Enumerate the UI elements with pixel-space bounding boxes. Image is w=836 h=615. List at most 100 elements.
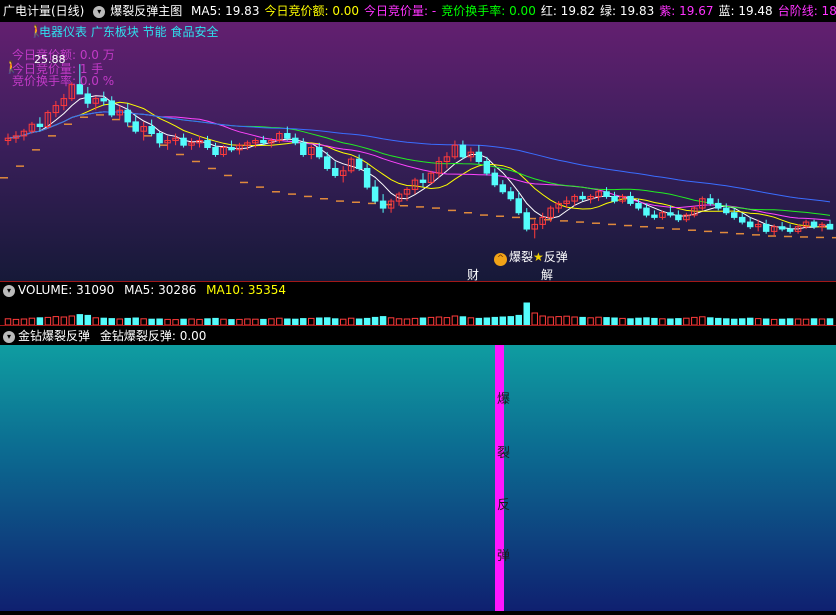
volume-bar	[92, 317, 100, 325]
volume-bar	[539, 315, 546, 325]
volume-panel[interactable]: ▾ VOLUME: 31090 MA5: 30286 MA10: 35354	[0, 281, 836, 325]
volume-bar	[435, 316, 443, 325]
ma10-line	[7, 101, 831, 228]
candle-body	[651, 214, 658, 218]
bar-char-4: 弹	[497, 549, 511, 564]
candle-body	[643, 207, 650, 216]
volume-bar	[411, 317, 419, 325]
candle-body	[100, 98, 108, 102]
chevron-down-icon[interactable]: ▾	[3, 284, 15, 297]
header-item: 紫: 19.67	[659, 4, 714, 18]
indicator-background	[0, 345, 836, 611]
volume-bar	[555, 316, 562, 325]
candle-body	[611, 195, 618, 202]
volume-bar	[699, 316, 706, 325]
main-chart-panel[interactable]: 电器仪表 广东板块 节能 食品安全 今日竞价额: 0.0 万 今日竞价量: 1 …	[0, 22, 836, 281]
candle-body	[292, 137, 299, 144]
volume-bar	[36, 317, 44, 325]
indicator-panel[interactable]: ▾ 金钻爆裂反弹 金钻爆裂反弹: 0.00 爆 裂 反 弹	[0, 325, 836, 615]
volume-bar	[451, 315, 459, 325]
candle-body	[371, 186, 379, 202]
volume-bar	[683, 317, 690, 325]
candle-body	[204, 140, 211, 149]
ma60-line	[7, 111, 831, 203]
volume-bar	[387, 317, 395, 325]
volume-bar	[467, 317, 475, 325]
volume-bar	[507, 316, 515, 325]
candle-body	[507, 191, 515, 200]
candle-body	[515, 198, 522, 214]
volume-ma10-label: MA10: 35354	[206, 283, 287, 297]
volume-bar	[491, 316, 499, 325]
volume-bar	[316, 317, 323, 325]
candle-body	[316, 147, 323, 158]
candle-body	[778, 226, 786, 230]
ma30-line	[7, 111, 831, 216]
indicator-bottom-strip	[0, 611, 836, 615]
chevron-down-icon[interactable]: ▾	[3, 330, 15, 343]
candle-body	[212, 147, 219, 155]
volume-bar	[595, 316, 602, 325]
chevron-down-icon[interactable]: ▾	[93, 5, 106, 18]
candle-body	[523, 212, 530, 230]
volume-bar	[124, 317, 131, 325]
volume-bar	[643, 317, 650, 325]
event-marker-unlock[interactable]: 解	[541, 266, 553, 281]
volume-bar	[579, 316, 586, 325]
volume-bar	[84, 314, 92, 325]
header-item: 红: 19.82	[540, 4, 596, 18]
candle-body	[323, 156, 331, 169]
candle-body	[36, 123, 44, 128]
volume-bar	[611, 317, 618, 325]
volume-bar	[483, 317, 491, 325]
candle-body	[228, 147, 235, 151]
volume-bar	[475, 317, 483, 325]
volume-bar	[515, 314, 522, 325]
candle-body	[379, 200, 387, 209]
candle-body	[723, 207, 730, 214]
volume-bar	[28, 317, 36, 325]
indicator-title[interactable]: 爆裂反弹主图	[110, 4, 182, 18]
candle-body	[810, 221, 818, 228]
volume-bar	[60, 316, 68, 325]
candle-body	[475, 151, 483, 162]
volume-bar	[459, 316, 467, 325]
auction-turnover-label: 竞价换手率: 0.0 %	[12, 74, 115, 88]
signal-text-2: 反弹	[543, 250, 568, 264]
candle-body	[459, 144, 467, 158]
price-chart	[0, 64, 836, 239]
header-item: 台阶线: 18.43	[777, 4, 836, 18]
volume-bar	[323, 317, 331, 325]
volume-bar	[443, 317, 451, 325]
candle-body	[260, 140, 267, 144]
candle-body	[667, 212, 674, 216]
volume-bar	[68, 315, 76, 325]
candle-body	[715, 202, 722, 209]
candle-body	[363, 167, 371, 188]
header-item: 绿: 19.83	[600, 4, 655, 18]
walker-icon: 🚶	[4, 60, 19, 74]
indicator-value: 金钻爆裂反弹: 0.00	[99, 329, 207, 343]
volume-bar	[691, 316, 698, 325]
header-item: 竞价换手率: 0.00	[441, 4, 536, 18]
indicator-name: 金钻爆裂反弹	[18, 329, 91, 343]
volume-bar	[132, 317, 139, 325]
volume-bar	[100, 317, 108, 325]
volume-bar	[635, 317, 642, 325]
volume-bar	[363, 317, 371, 325]
candle-body	[132, 121, 139, 132]
volume-bar	[715, 317, 722, 325]
volume-bar	[499, 316, 507, 325]
header-items: MA5: 19.83 今日竞价额: 0.00 今日竞价量: - 竞价换手率: 0.00…	[191, 4, 836, 18]
signal-text-1: 爆裂	[509, 250, 534, 264]
event-marker-finance[interactable]: 财	[467, 266, 479, 281]
chevron-up-icon: ^	[494, 253, 507, 266]
candle-body	[419, 179, 427, 183]
header-item: 今日竞价额: 0.00	[264, 4, 360, 18]
signal-bar	[495, 345, 504, 611]
volume-bar	[619, 317, 626, 325]
ma20-line	[7, 111, 831, 221]
candle-body	[738, 216, 746, 223]
candle-body	[635, 202, 642, 209]
header-item: MA5: 19.83	[191, 4, 260, 18]
